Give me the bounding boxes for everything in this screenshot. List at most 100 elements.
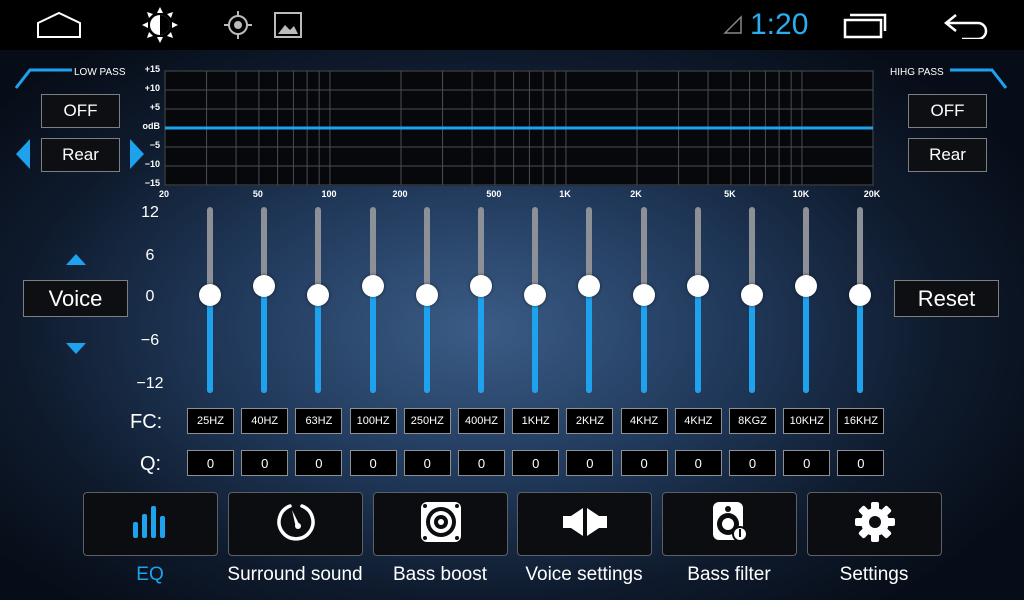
nav-label[interactable]: Surround sound	[215, 564, 375, 586]
q-value[interactable]: 0	[620, 450, 668, 476]
fc-value[interactable]: 2KHZ	[566, 408, 614, 434]
q-value[interactable]: 0	[349, 450, 397, 476]
eq-slider[interactable]	[578, 207, 601, 393]
eq-slider[interactable]	[741, 207, 763, 393]
fc-value[interactable]: 1KHZ	[512, 408, 560, 434]
reset-button[interactable]: Reset	[894, 280, 999, 317]
fc-value[interactable]: 100HZ	[349, 408, 397, 434]
slider-knob[interactable]	[307, 284, 330, 306]
nav-button-voice-settings[interactable]	[517, 492, 652, 556]
graph-y-label: +5	[149, 102, 160, 112]
nav-button-bass-boost[interactable]	[373, 492, 508, 556]
slider-knob[interactable]	[361, 275, 384, 297]
nav-label[interactable]: Settings	[794, 564, 954, 586]
fc-value[interactable]: 10KHZ	[783, 408, 831, 434]
fc-value[interactable]: 16KHZ	[837, 408, 885, 434]
voice-preset-button[interactable]: Voice	[23, 280, 128, 317]
voice-up-arrow-icon[interactable]	[66, 254, 86, 265]
nav-label[interactable]: EQ	[70, 564, 230, 586]
low-pass-rear-button[interactable]: Rear	[41, 138, 120, 172]
nav-label[interactable]: Voice settings	[504, 564, 664, 586]
q-value[interactable]: 0	[403, 450, 451, 476]
eq-slider[interactable]	[470, 207, 492, 393]
high-pass-off-button[interactable]: OFF	[908, 94, 987, 128]
slider-knob[interactable]	[795, 275, 818, 297]
fc-value[interactable]: 400HZ	[458, 408, 505, 434]
slider-knob[interactable]	[686, 275, 709, 297]
graph-x-label: 50	[252, 189, 263, 199]
q-value[interactable]: 0	[241, 450, 289, 476]
eq-slider[interactable]	[361, 207, 384, 393]
fc-label: FC:	[130, 411, 163, 433]
slider-fill	[478, 286, 484, 393]
high-pass-bracket	[950, 68, 1008, 89]
fc-value[interactable]: 40HZ	[241, 408, 289, 434]
brightness-icon[interactable]	[140, 0, 180, 50]
eq-slider[interactable]	[632, 207, 655, 393]
fc-value[interactable]: 8KGZ	[729, 408, 776, 434]
fc-value[interactable]: 250HZ	[403, 408, 451, 434]
fc-value[interactable]: 63HZ	[295, 408, 343, 434]
q-value[interactable]: 0	[512, 450, 560, 476]
q-value[interactable]: 0	[837, 450, 885, 476]
slider-fill	[369, 286, 376, 393]
scale-label: −12	[136, 375, 164, 392]
slider-knob[interactable]	[849, 284, 872, 306]
clock: 1:20	[750, 8, 809, 41]
slider-fill	[640, 295, 647, 393]
graph-y-label: +10	[144, 83, 160, 93]
q-value[interactable]: 0	[729, 450, 776, 476]
voice-down-arrow-icon[interactable]	[66, 343, 86, 354]
nav-button-eq[interactable]	[83, 492, 218, 556]
slider-knob[interactable]	[632, 284, 655, 306]
high-pass-label: HIHG PASS	[890, 67, 944, 78]
slider-fill	[532, 295, 539, 393]
nav-label[interactable]: Bass filter	[649, 564, 809, 586]
slider-knob[interactable]	[199, 284, 221, 306]
eq-slider[interactable]	[307, 207, 330, 393]
nav-button-bass-filter[interactable]	[662, 492, 797, 556]
slider-fill	[586, 286, 593, 393]
q-value[interactable]: 0	[458, 450, 505, 476]
q-value[interactable]: 0	[295, 450, 343, 476]
fc-value[interactable]: 4KHZ	[620, 408, 668, 434]
eq-slider[interactable]	[415, 207, 438, 393]
low-pass-off-button[interactable]: OFF	[41, 94, 120, 128]
recent-apps-icon[interactable]	[840, 0, 890, 50]
slider-fill	[423, 295, 430, 393]
surround-dial-icon	[274, 500, 318, 549]
eq-slider[interactable]	[849, 207, 872, 393]
q-value[interactable]: 0	[783, 450, 831, 476]
graph-x-label: 20	[158, 189, 169, 199]
back-icon[interactable]	[940, 0, 990, 50]
slider-knob[interactable]	[415, 284, 438, 306]
nav-button-surround-sound[interactable]	[228, 492, 363, 556]
nav-label[interactable]: Bass boost	[360, 564, 520, 586]
low-pass-label: LOW PASS	[74, 67, 126, 78]
low-pass-prev-arrow-icon[interactable]	[16, 139, 30, 169]
home-icon[interactable]	[34, 0, 84, 50]
fc-value[interactable]: 25HZ	[187, 408, 234, 434]
fc-value[interactable]: 4KHZ	[674, 408, 722, 434]
slider-knob[interactable]	[741, 284, 763, 306]
high-pass-rear-button[interactable]: Rear	[908, 138, 987, 172]
eq-slider[interactable]	[524, 207, 547, 393]
slider-knob[interactable]	[470, 275, 492, 297]
eq-slider[interactable]	[795, 207, 818, 393]
graph-y-label: +15	[144, 64, 160, 74]
slider-fill	[857, 295, 864, 393]
slider-knob[interactable]	[524, 284, 547, 306]
q-value[interactable]: 0	[187, 450, 234, 476]
eq-slider[interactable]	[199, 207, 221, 393]
eq-slider[interactable]	[253, 207, 276, 393]
graph-x-label: 100	[321, 189, 337, 199]
eq-slider[interactable]	[686, 207, 709, 393]
slider-knob[interactable]	[253, 275, 276, 297]
nav-button-settings[interactable]	[807, 492, 942, 556]
q-value[interactable]: 0	[674, 450, 722, 476]
slider-knob[interactable]	[578, 275, 601, 297]
equalizer-icon	[131, 504, 171, 545]
status-bar: 1:20	[0, 0, 1024, 50]
q-value[interactable]: 0	[566, 450, 614, 476]
graph-x-label: 200	[392, 189, 408, 199]
